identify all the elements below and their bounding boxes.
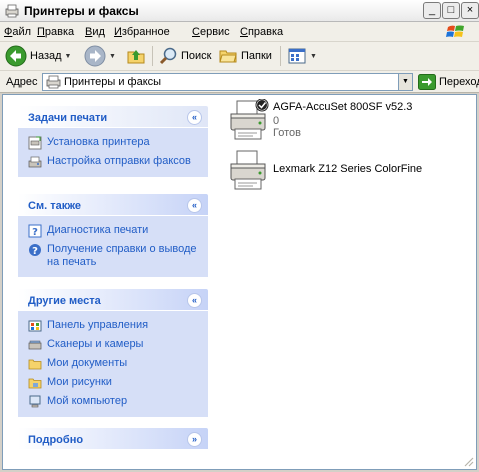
- toolbar-separator: [152, 46, 153, 66]
- link-control-panel[interactable]: Панель управления: [28, 319, 198, 333]
- help-icon: ?: [29, 244, 41, 257]
- menu-favorites[interactable]: Избранное: [114, 26, 170, 38]
- menu-help[interactable]: Справка: [240, 26, 283, 38]
- panel-other-places: Другие места « Панель управления Сканеры…: [17, 288, 209, 418]
- printer-status: Готов: [273, 127, 301, 139]
- up-folder-icon: [127, 50, 145, 64]
- go-button[interactable]: Переход: [418, 73, 479, 91]
- forward-arrow-icon: [84, 45, 106, 67]
- collapse-chevron-icon[interactable]: «: [187, 198, 202, 213]
- fax-icon: [28, 156, 42, 168]
- printer-name: Lexmark Z12 Series ColorFine: [273, 163, 423, 175]
- menu-edit[interactable]: Правка: [37, 26, 74, 38]
- printer-folder-icon: [5, 4, 19, 18]
- folders-icon: [219, 50, 237, 63]
- toolbar: Назад ▼ ▼ Поиск Папки ▼: [0, 42, 479, 71]
- windows-logo-icon: [446, 25, 464, 37]
- panel-header[interactable]: Задачи печати «: [17, 105, 209, 128]
- views-icon: [288, 48, 306, 64]
- forward-button[interactable]: ▼: [84, 45, 116, 67]
- link-my-computer[interactable]: Мой компьютер: [28, 395, 198, 409]
- expand-chevron-icon[interactable]: »: [187, 432, 202, 447]
- address-value: Принтеры и факсы: [64, 76, 162, 88]
- minimize-button[interactable]: _: [423, 2, 441, 19]
- link-my-pictures[interactable]: Мои рисунки: [28, 376, 198, 390]
- add-printer-icon: [28, 136, 42, 150]
- link-scanners-cameras[interactable]: Сканеры и камеры: [28, 338, 198, 352]
- content-area: Задачи печати « Установка принтера Настр…: [2, 94, 477, 470]
- scanner-icon: [28, 340, 42, 350]
- window-title: Принтеры и факсы: [24, 4, 139, 18]
- svg-text:?: ?: [32, 246, 38, 257]
- panel-see-also: См. также « ? Диагностика печати ? Получ…: [17, 193, 209, 278]
- search-button[interactable]: Поиск: [158, 45, 211, 67]
- task-pane: Задачи печати « Установка принтера Настр…: [3, 95, 223, 469]
- resize-grip-icon[interactable]: [462, 455, 474, 467]
- up-folder-button[interactable]: [126, 45, 146, 67]
- go-arrow-icon: [418, 74, 436, 90]
- back-arrow-icon: [5, 45, 27, 67]
- panel-header[interactable]: См. также «: [17, 193, 209, 216]
- panel-header[interactable]: Подробно »: [17, 427, 209, 450]
- task-fax-setup[interactable]: Настройка отправки факсов: [28, 155, 198, 169]
- control-panel-icon: [28, 320, 42, 332]
- panel-print-tasks: Задачи печати « Установка принтера Настр…: [17, 105, 209, 178]
- printer-item[interactable]: AGFA-AccuSet 800SF v52.3 0 Готов: [229, 99, 429, 147]
- svg-text:?: ?: [32, 227, 38, 238]
- help-icon: ?: [28, 224, 42, 238]
- task-add-printer[interactable]: Установка принтера: [28, 136, 198, 150]
- link-print-troubleshoot[interactable]: ? Диагностика печати: [28, 224, 198, 238]
- printer-icon: [230, 150, 266, 190]
- panel-body: Установка принтера Настройка отправки фа…: [17, 128, 209, 178]
- toolbar-separator: [280, 46, 281, 66]
- folder-icon: [28, 359, 42, 370]
- address-input[interactable]: Принтеры и факсы: [42, 73, 413, 91]
- printer-folder-icon: [46, 75, 61, 89]
- search-icon: [159, 47, 177, 65]
- printer-name: AGFA-AccuSet 800SF v52.3: [273, 101, 413, 113]
- views-button[interactable]: ▼: [287, 45, 317, 67]
- panel-body: ? Диагностика печати ? Получение справки…: [17, 216, 209, 278]
- menu-file[interactable]: Файл: [4, 26, 31, 38]
- menu-tools[interactable]: Сервис: [192, 26, 230, 38]
- panel-body: Панель управления Сканеры и камеры Мои д…: [17, 311, 209, 418]
- views-dropdown-icon[interactable]: ▼: [310, 53, 317, 60]
- title-bar: Принтеры и факсы _ □ ×: [0, 0, 479, 22]
- panel-header[interactable]: Другие места «: [17, 288, 209, 311]
- menu-view[interactable]: Вид: [85, 26, 105, 38]
- maximize-button[interactable]: □: [442, 2, 460, 19]
- collapse-chevron-icon[interactable]: «: [187, 110, 202, 125]
- collapse-chevron-icon[interactable]: «: [187, 293, 202, 308]
- printer-icon: [230, 99, 269, 140]
- back-button[interactable]: Назад ▼: [5, 45, 71, 67]
- folders-button[interactable]: Папки: [218, 45, 272, 67]
- link-print-help[interactable]: ? Получение справки о выводе на печать: [28, 243, 198, 269]
- menu-bar: Файл Правка Вид Избранное Сервис Справка: [0, 22, 479, 42]
- close-button[interactable]: ×: [461, 2, 479, 19]
- address-dropdown-button[interactable]: ▼: [398, 73, 413, 91]
- printer-item[interactable]: Lexmark Z12 Series ColorFine: [229, 149, 429, 193]
- forward-dropdown-icon[interactable]: ▼: [109, 53, 116, 60]
- printer-doc-count: 0: [273, 115, 280, 127]
- folder-icon: [28, 378, 42, 389]
- panel-details: Подробно »: [17, 427, 209, 450]
- address-bar: Адрес Принтеры и факсы ▼ Переход: [0, 71, 479, 93]
- back-dropdown-icon[interactable]: ▼: [65, 53, 72, 60]
- computer-icon: [29, 395, 41, 408]
- address-label: Адрес: [6, 76, 38, 88]
- link-my-documents[interactable]: Мои документы: [28, 357, 198, 371]
